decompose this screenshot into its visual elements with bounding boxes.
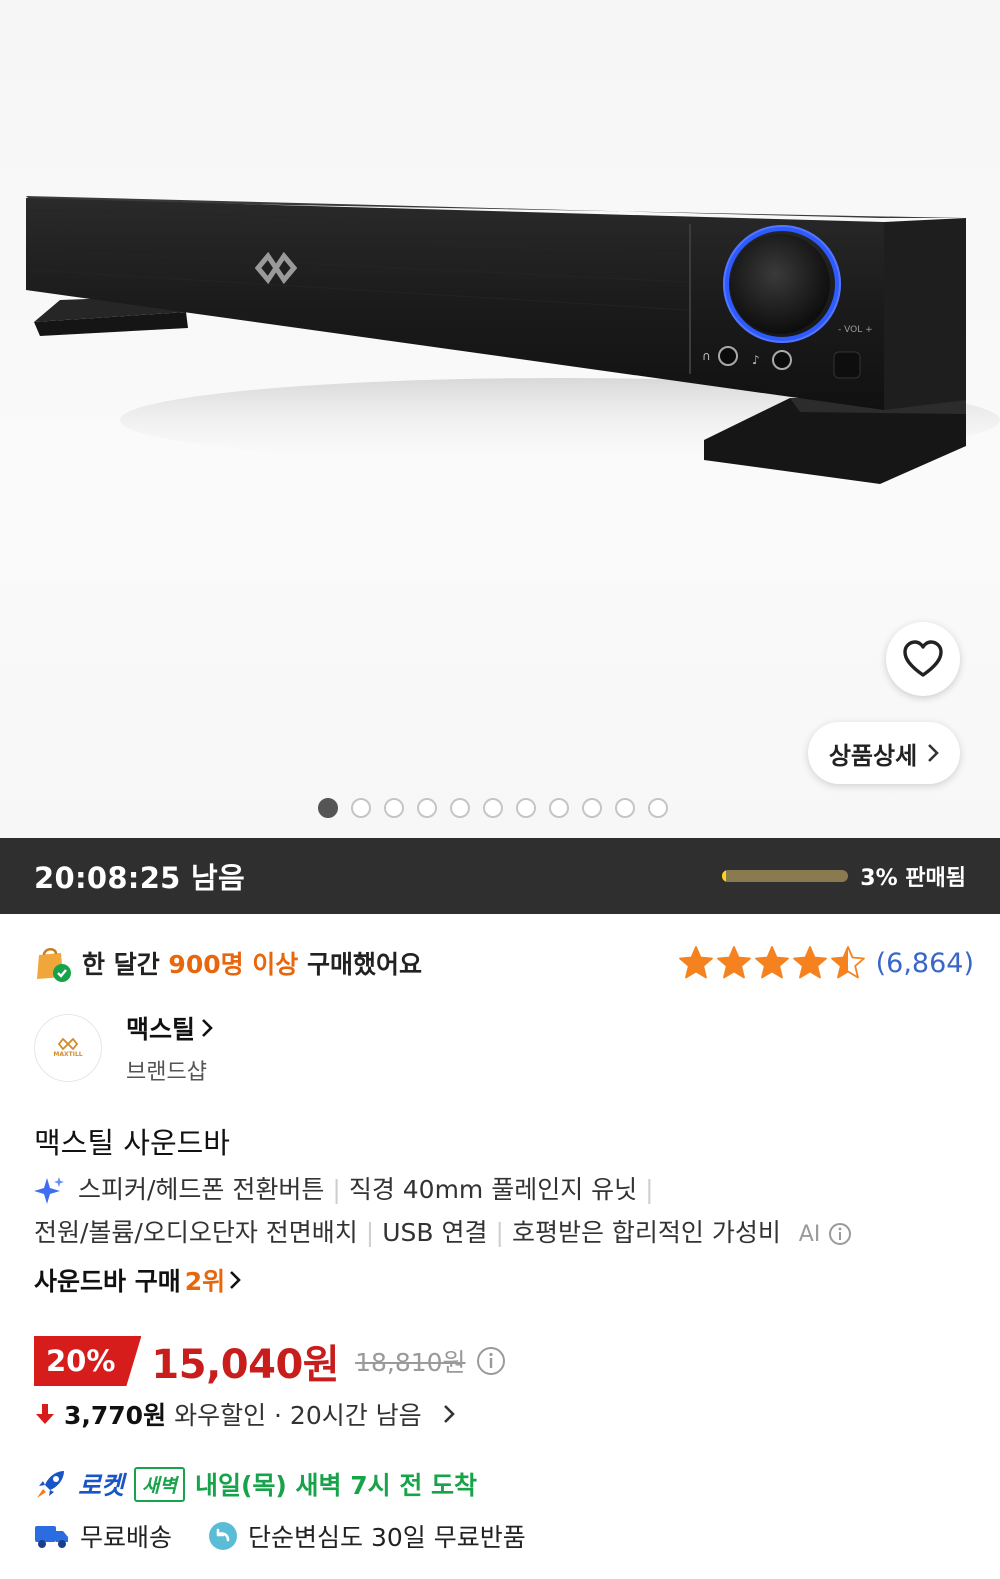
ai-sparkle-icon [34,1177,64,1204]
down-arrow-icon [36,1404,54,1424]
shipping-return-row: 무료배송 단순변심도 30일 무료반품 [34,1518,526,1554]
carousel-dot[interactable] [582,798,602,818]
feature-item: 호평받은 합리적인 가성비 [511,1218,781,1247]
ai-label: AI [798,1222,821,1247]
carousel-dot[interactable] [318,798,338,818]
star-full-icon [754,946,789,979]
carousel-dot[interactable] [483,798,503,818]
info-icon[interactable] [828,1222,852,1246]
feature-divider: | [332,1175,341,1204]
feature-item: 스피커/헤드폰 전환버튼 [78,1175,325,1204]
sold-progress-fill [722,870,727,882]
rocket-icon [37,1471,64,1498]
ai-feature-summary: 스피커/헤드폰 전환버튼 | 직경 40mm 풀레인지 유닛 | 전원/볼륨/오디오단… [34,1168,964,1256]
free-return-label: 단순변심도 30일 무료반품 [248,1523,526,1552]
original-price: 18,810원 [355,1348,466,1377]
rocket-delivery-row: 로켓 새벽 내일(목) 새벽 7시 전 도착 [34,1466,477,1502]
star-full-icon [716,946,751,979]
purchase-suffix: 구매했어요 [298,950,423,979]
brand-logo: MAXTILL [34,1014,102,1082]
carousel-dot[interactable] [384,798,404,818]
feature-item: 직경 40mm 풀레인지 유닛 [348,1175,638,1204]
sold-progress-bar [722,870,849,882]
category-ranking-link[interactable]: 사운드바 구매 2위 [34,1262,241,1298]
deal-countdown-bar: 20:08:25 남음 3% 판매됨 [0,838,1000,914]
chevron-right-icon [230,1271,241,1289]
soundbar-product-image: - VOL + ∩ ♪ [26,196,1000,484]
discount-badge: 20% [34,1336,142,1386]
wow-discount-label: 와우할인 · 20시간 남음 [174,1401,422,1430]
rocket-label: 로켓 [78,1471,125,1500]
purchase-highlight: 900명 이상 [168,950,299,979]
product-detail-button[interactable]: 상품상세 [808,722,960,784]
brand-subtitle: 브랜드샵 [126,1060,207,1085]
svg-text:∩: ∩ [702,349,711,363]
truck-icon [35,1526,68,1548]
dawn-badge: 새벽 [134,1466,185,1502]
carousel-dot[interactable] [648,798,668,818]
product-image-area[interactable]: - VOL + ∩ ♪ 상품상세 [0,0,1000,838]
star-full-icon [792,946,827,979]
feature-item: 전원/볼륨/오디오단자 전면배치 [34,1218,358,1247]
wishlist-button[interactable] [886,622,960,696]
feature-divider: | [365,1218,375,1247]
return-icon [209,1522,238,1550]
carousel-dot[interactable] [417,798,437,818]
sale-price: 15,040원 [151,1342,340,1388]
sold-progress: 3% 판매됨 [722,860,966,892]
brand-shop-link[interactable]: MAXTILL 맥스틸 브랜드샵 [34,1010,213,1086]
svg-text:♪: ♪ [752,353,760,367]
carousel-dot[interactable] [615,798,635,818]
wow-discount-row[interactable]: 3,770원 와우할인 · 20시간 남음 [34,1396,456,1432]
price-row: 20% 15,040원 18,810원 [34,1332,506,1390]
price-info-icon[interactable] [476,1346,506,1376]
ranking-value: 2위 [184,1267,226,1296]
feature-divider: | [495,1218,504,1247]
brand-name[interactable]: 맥스틸 [126,1010,195,1046]
maxtill-logo-icon [57,1038,79,1050]
brand-logo-text: MAXTILL [53,1051,83,1058]
sold-label: 3% 판매됨 [860,866,966,891]
product-detail-label: 상품상세 [828,741,918,770]
carousel-dot[interactable] [351,798,371,818]
purchase-prefix: 한 달간 [82,950,169,979]
chevron-right-icon [202,1019,213,1037]
chevron-right-icon [443,1405,455,1423]
ranking-prefix: 사운드바 구매 [34,1267,181,1296]
carousel-indicator [318,798,668,818]
carousel-dot[interactable] [450,798,470,818]
svg-text:- VOL +: - VOL + [838,325,873,335]
chevron-right-icon [928,744,939,762]
free-shipping-label: 무료배송 [80,1523,173,1552]
star-rating [678,945,866,981]
review-count[interactable]: (6,864) [876,948,974,979]
carousel-dot[interactable] [516,798,536,818]
heart-outline-icon [903,640,943,677]
social-proof-row: 한 달간 900명 이상 구매했어요 (6,864) [34,938,974,988]
feature-item: USB 연결 [382,1218,488,1247]
carousel-dot[interactable] [549,798,569,818]
time-remaining: 20:08:25 남음 [34,861,246,895]
rating-summary[interactable]: (6,864) [678,945,974,981]
star-full-icon [678,946,713,979]
purchase-count-notice: 한 달간 900명 이상 구매했어요 [34,943,422,983]
arrival-estimate: 내일(목) 새벽 7시 전 도착 [194,1471,478,1500]
feature-divider: | [645,1175,654,1204]
product-title: 맥스틸 사운드바 [34,1126,230,1160]
star-half-icon [830,946,865,979]
wow-discount-amount: 3,770원 [64,1401,167,1430]
shopping-bag-check-icon [37,948,71,982]
